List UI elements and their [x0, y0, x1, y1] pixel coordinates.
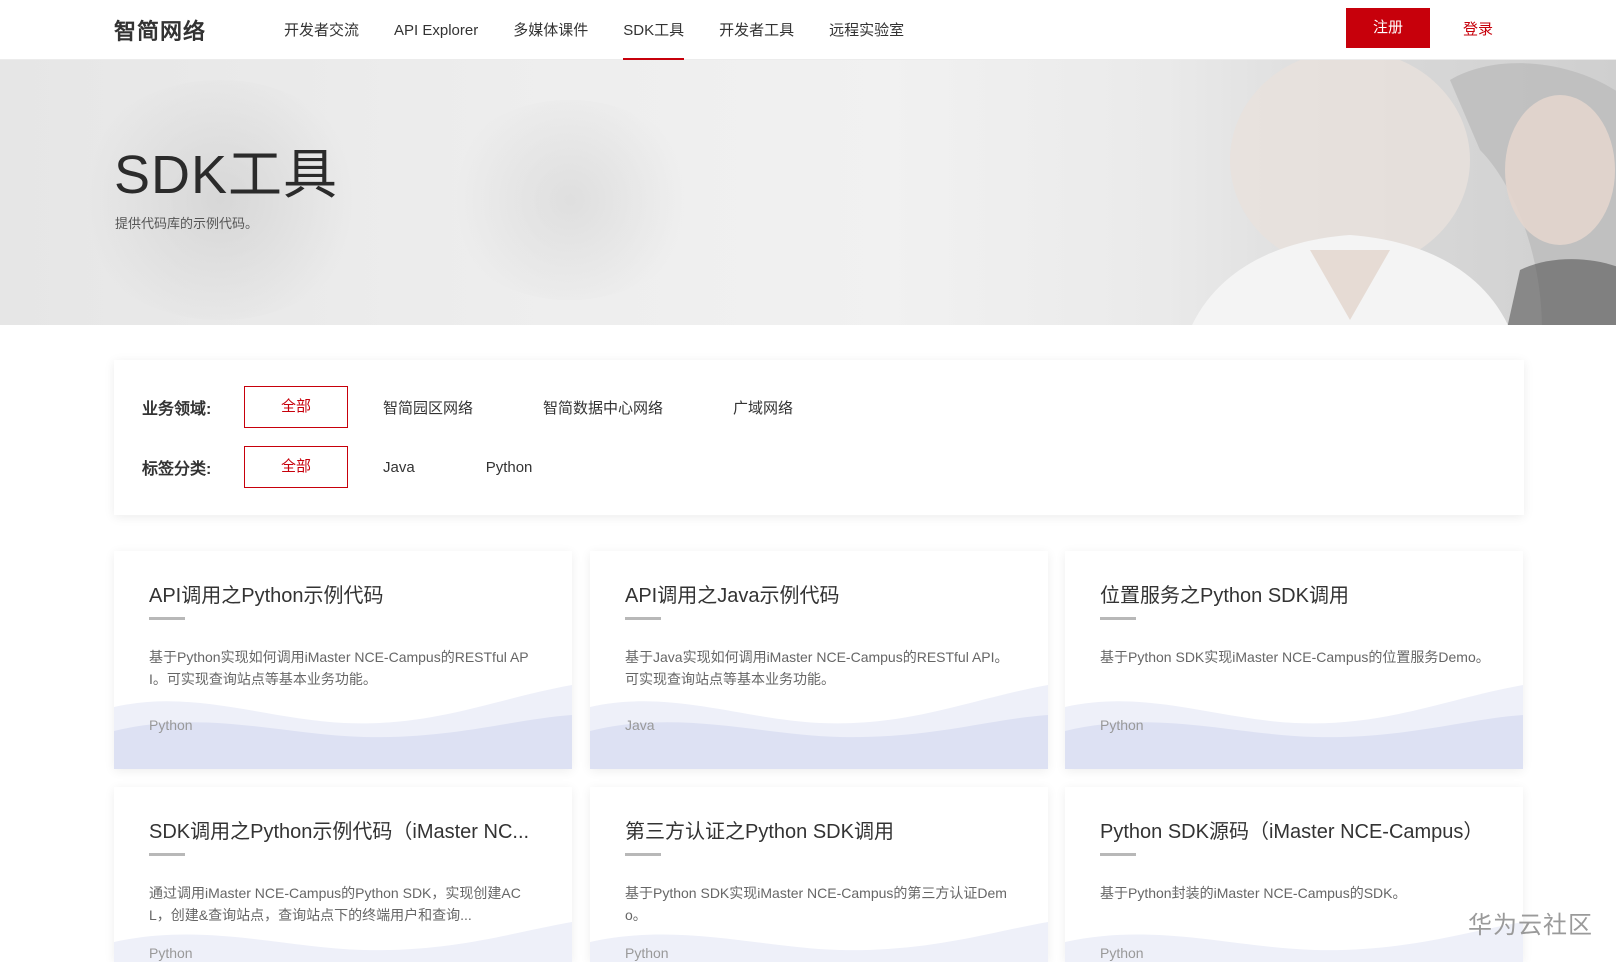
hero-banner: SDK工具 提供代码库的示例代码。 — [0, 60, 1616, 325]
domain-option-wan[interactable]: 广域网络 — [733, 397, 793, 418]
nav-item-remote-lab[interactable]: 远程实验室 — [829, 0, 904, 60]
card-divider — [1100, 853, 1136, 856]
hero-photo-illustration — [1192, 60, 1616, 325]
card-title[interactable]: 第三方认证之Python SDK调用 — [625, 815, 1025, 844]
site-logo[interactable]: 智简网络 — [114, 14, 206, 46]
domain-filter-label: 业务领域: — [142, 401, 212, 418]
domain-option-datacenter[interactable]: 智简数据中心网络 — [543, 397, 663, 418]
card-title[interactable]: API调用之Python示例代码 — [149, 579, 549, 608]
top-header: 智简网络 开发者交流 API Explorer 多媒体课件 SDK工具 开发者工… — [0, 0, 1616, 60]
watermark: 华为云社区 — [1468, 912, 1593, 939]
card-divider — [625, 853, 661, 856]
card-tag: Java — [625, 717, 655, 733]
card-description: 基于Python封装的iMaster NCE-Campus的SDK。 — [1100, 885, 1407, 901]
main-nav: 开发者交流 API Explorer 多媒体课件 SDK工具 开发者工具 远程实… — [284, 0, 939, 60]
card-divider — [149, 617, 185, 620]
domain-filter-row: 业务领域: 全部 智简园区网络 智简数据中心网络 广域网络 — [142, 386, 793, 428]
tag-option-all[interactable]: 全部 — [244, 446, 348, 488]
sdk-card[interactable]: API调用之Python示例代码 基于Python实现如何调用iMaster N… — [114, 551, 572, 769]
card-description: 基于Java实现如何调用iMaster NCE-Campus的RESTful A… — [625, 649, 1009, 687]
tag-option-java[interactable]: Java — [383, 459, 415, 476]
card-tag: Python — [1100, 717, 1144, 733]
nav-item-developer-community[interactable]: 开发者交流 — [284, 0, 359, 60]
nav-item-sdk-tools[interactable]: SDK工具 — [623, 0, 684, 60]
card-title[interactable]: 位置服务之Python SDK调用 — [1100, 579, 1500, 608]
card-divider — [149, 853, 185, 856]
card-description: 基于Python SDK实现iMaster NCE-Campus的位置服务Dem… — [1100, 649, 1490, 665]
nav-item-multimedia-courseware[interactable]: 多媒体课件 — [513, 0, 588, 60]
sdk-card[interactable]: API调用之Java示例代码 基于Java实现如何调用iMaster NCE-C… — [590, 551, 1048, 769]
card-tag: Python — [149, 945, 193, 961]
page-title: SDK工具 — [114, 145, 339, 205]
hero-background-shape — [440, 100, 700, 300]
login-link[interactable]: 登录 — [1463, 18, 1493, 39]
card-title[interactable]: SDK调用之Python示例代码（iMaster NC... — [149, 815, 549, 844]
sdk-card[interactable]: 第三方认证之Python SDK调用 基于Python SDK实现iMaster… — [590, 787, 1048, 962]
domain-option-campus[interactable]: 智简园区网络 — [383, 397, 473, 418]
card-tag: Python — [1100, 945, 1144, 961]
page-subtitle: 提供代码库的示例代码。 — [115, 216, 259, 231]
card-tag: Python — [625, 945, 669, 961]
sdk-card[interactable]: 位置服务之Python SDK调用 基于Python SDK实现iMaster … — [1065, 551, 1523, 769]
tag-filter-label: 标签分类: — [142, 461, 212, 478]
register-button[interactable]: 注册 — [1346, 8, 1430, 48]
nav-item-developer-tools[interactable]: 开发者工具 — [719, 0, 794, 60]
filter-panel: 业务领域: 全部 智简园区网络 智简数据中心网络 广域网络 标签分类: 全部 J… — [114, 360, 1524, 515]
card-description: 通过调用iMaster NCE-Campus的Python SDK，实现创建AC… — [149, 885, 521, 923]
tag-filter-row: 标签分类: 全部 Java Python — [142, 446, 532, 488]
card-title[interactable]: Python SDK源码（iMaster NCE-Campus） — [1100, 815, 1500, 844]
sdk-card[interactable]: Python SDK源码（iMaster NCE-Campus） 基于Pytho… — [1065, 787, 1523, 962]
card-description: 基于Python实现如何调用iMaster NCE-Campus的RESTful… — [149, 649, 529, 687]
sdk-card[interactable]: SDK调用之Python示例代码（iMaster NC... 通过调用iMast… — [114, 787, 572, 962]
card-title[interactable]: API调用之Java示例代码 — [625, 579, 1025, 608]
card-description: 基于Python SDK实现iMaster NCE-Campus的第三方认证De… — [625, 885, 1007, 923]
card-tag: Python — [149, 717, 193, 733]
tag-option-python[interactable]: Python — [486, 459, 533, 476]
domain-option-all[interactable]: 全部 — [244, 386, 348, 428]
card-divider — [1100, 617, 1136, 620]
nav-item-api-explorer[interactable]: API Explorer — [394, 0, 478, 60]
card-divider — [625, 617, 661, 620]
card-wave-decoration — [590, 685, 1048, 769]
